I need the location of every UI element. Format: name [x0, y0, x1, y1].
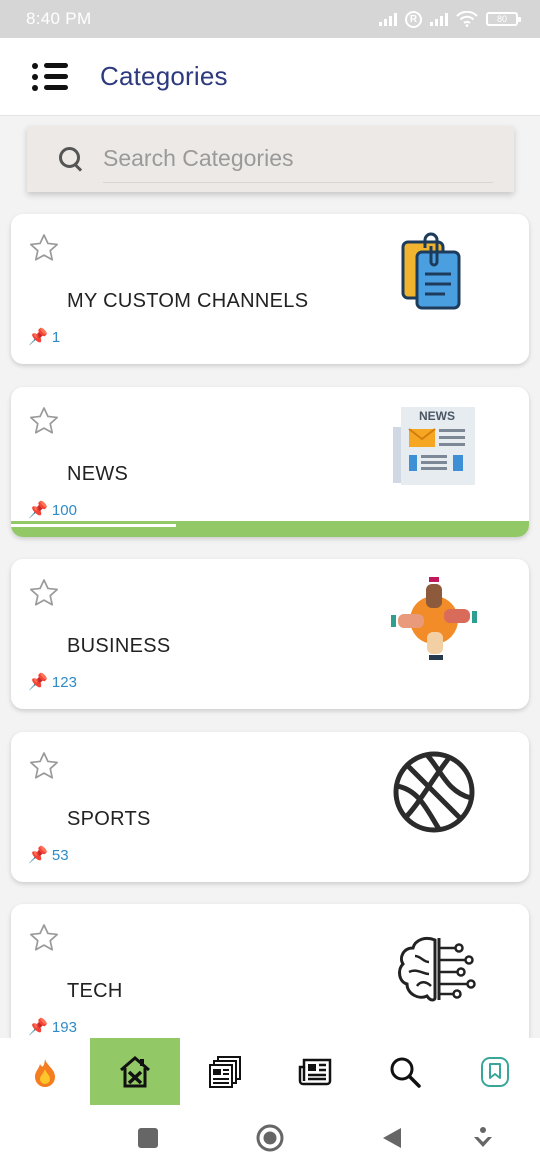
teamwork-hands-icon [391, 577, 477, 660]
channel-count: 📌 193 [28, 1017, 77, 1037]
star-icon[interactable] [27, 921, 61, 955]
pin-icon: 📌 [28, 847, 48, 864]
bottom-nav [0, 1038, 540, 1105]
category-card-sports[interactable]: SPORTS 📌 53 [11, 732, 529, 882]
nav-news[interactable] [270, 1038, 360, 1105]
brain-circuit-icon [398, 936, 476, 1002]
page-title: Categories [100, 61, 228, 91]
recents-icon[interactable] [137, 1127, 159, 1149]
channel-count: 📌 123 [28, 672, 77, 692]
wifi-icon [456, 11, 478, 27]
signal-icon [430, 12, 448, 26]
battery-icon: 80 [486, 12, 521, 26]
star-icon[interactable] [27, 404, 61, 438]
basketball-icon [393, 751, 475, 833]
home-icon[interactable] [255, 1123, 285, 1153]
nav-saved[interactable] [450, 1038, 540, 1105]
nav-search[interactable] [360, 1038, 450, 1105]
menu-icon[interactable] [32, 59, 68, 95]
svg-text:NEWS: NEWS [419, 409, 455, 423]
channel-count: 📌 53 [28, 845, 69, 865]
channel-count: 📌 100 [28, 500, 77, 520]
clipboard-icon [401, 232, 461, 310]
documents-icon [209, 1055, 241, 1088]
channel-count: 📌 1 [28, 327, 60, 347]
pin-icon: 📌 [28, 502, 48, 519]
category-card-my-custom-channels[interactable]: MY CUSTOM CHANNELS 📌 1 [11, 214, 529, 364]
search-input[interactable] [103, 135, 493, 183]
app-bar: Categories [0, 38, 540, 116]
star-icon[interactable] [27, 231, 61, 265]
star-icon[interactable] [27, 749, 61, 783]
pin-icon: 📌 [28, 674, 48, 691]
pin-icon: 📌 [28, 329, 48, 346]
count-value: 193 [51, 1018, 77, 1036]
gesture-down-icon[interactable] [472, 1125, 494, 1151]
fire-icon [35, 1058, 55, 1087]
bookmark-icon [481, 1056, 509, 1087]
search-bar [27, 126, 514, 192]
count-value: 1 [51, 328, 61, 346]
count-value: 123 [51, 673, 77, 691]
status-time: 8:40 PM [26, 9, 92, 28]
signal-icon [379, 12, 397, 26]
status-bar: 8:40 PM R 80 [0, 0, 540, 38]
category-card-news[interactable]: NEWS 📌 100 NEWS [11, 387, 529, 537]
category-card-business[interactable]: BUSINESS 📌 123 [11, 559, 529, 709]
newspaper-icon: NEWS [393, 407, 475, 485]
category-name: NEWS [67, 463, 129, 485]
nav-trending[interactable] [0, 1038, 90, 1105]
star-icon[interactable] [27, 576, 61, 610]
status-icons: R 80 [379, 10, 521, 28]
progress-bar [11, 521, 529, 537]
house-tools-icon [120, 1055, 150, 1087]
battery-level: 80 [496, 14, 507, 24]
count-value: 100 [51, 501, 77, 519]
newspaper-icon [298, 1058, 332, 1085]
pin-icon: 📌 [28, 1019, 48, 1036]
count-value: 53 [51, 846, 69, 864]
category-name: BUSINESS [67, 635, 171, 657]
nav-feeds[interactable] [180, 1038, 270, 1105]
back-icon[interactable] [381, 1126, 403, 1150]
nav-home[interactable] [90, 1038, 180, 1105]
category-name: MY CUSTOM CHANNELS [67, 290, 309, 312]
progress-track [11, 524, 176, 527]
category-name: TECH [67, 980, 123, 1002]
system-nav-bar [0, 1105, 540, 1170]
search-icon [390, 1057, 421, 1088]
registered-icon: R [405, 10, 422, 28]
search-icon [57, 145, 85, 173]
category-name: SPORTS [67, 808, 151, 830]
category-card-tech[interactable]: TECH 📌 193 [11, 904, 529, 1038]
